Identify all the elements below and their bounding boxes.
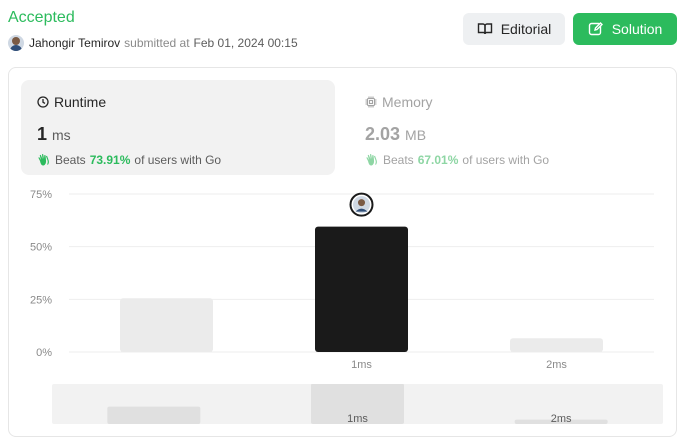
clock-icon	[37, 96, 49, 108]
runtime-beats-label: Beats	[55, 153, 86, 167]
y-tick-label: 50%	[30, 242, 52, 254]
runtime-title: Runtime	[54, 94, 107, 110]
runtime-beats-suffix: of users with Go	[134, 153, 222, 167]
bar-current[interactable]	[315, 226, 408, 352]
submission-status: Accepted	[8, 9, 75, 26]
memory-unit: MB	[405, 127, 427, 143]
memory-title: Memory	[382, 94, 433, 110]
memory-beats-suffix: of users with Go	[462, 153, 550, 167]
range-selector[interactable]: 1ms 2ms	[52, 384, 663, 424]
y-tick-label: 0%	[36, 347, 52, 359]
y-tick-label: 25%	[30, 294, 52, 306]
submitted-at-label: submitted at	[124, 36, 190, 50]
runtime-unit: ms	[52, 127, 71, 143]
submitter-name[interactable]: Jahongir Temirov	[29, 36, 120, 50]
submitter-info: Jahongir Temirov submitted at Feb 01, 20…	[8, 35, 298, 51]
bar[interactable]	[120, 298, 213, 352]
clapping-hands-icon	[366, 154, 377, 166]
memory-value: 2.03	[365, 124, 401, 144]
range-selector-chart[interactable]: 1ms 2ms	[52, 384, 663, 424]
runtime-value: 1	[37, 124, 48, 144]
mini-tick-label: 2ms	[551, 413, 572, 424]
mini-bar	[107, 406, 201, 424]
memory-beats-label: Beats	[383, 153, 414, 167]
submission-date: Feb 01, 2024 00:15	[193, 36, 298, 50]
edit-icon	[588, 22, 603, 36]
memory-beats-percent: 67.01%	[417, 153, 459, 167]
bar[interactable]	[510, 338, 603, 352]
current-user-avatar[interactable]	[349, 192, 374, 217]
chip-icon	[365, 96, 377, 108]
clapping-hands-icon	[38, 154, 49, 166]
solution-label: Solution	[611, 21, 663, 37]
book-open-icon	[477, 23, 492, 35]
mini-tick-label: 1ms	[347, 413, 368, 424]
runtime-beats-percent: 73.91%	[89, 153, 131, 167]
user-avatar[interactable]	[8, 35, 24, 51]
editorial-label: Editorial	[500, 21, 552, 37]
runtime-card[interactable]: Runtime 1 ms Beats 73.91% of users with …	[21, 80, 335, 175]
y-tick-label: 75%	[30, 189, 52, 201]
memory-card[interactable]: Memory 2.03 MB Beats 67.01% of users wit…	[349, 80, 663, 175]
editorial-button[interactable]: Editorial	[463, 13, 565, 45]
x-tick-label: 1ms	[351, 359, 372, 371]
x-tick-label: 2ms	[546, 359, 567, 371]
solution-button[interactable]: Solution	[573, 13, 677, 45]
